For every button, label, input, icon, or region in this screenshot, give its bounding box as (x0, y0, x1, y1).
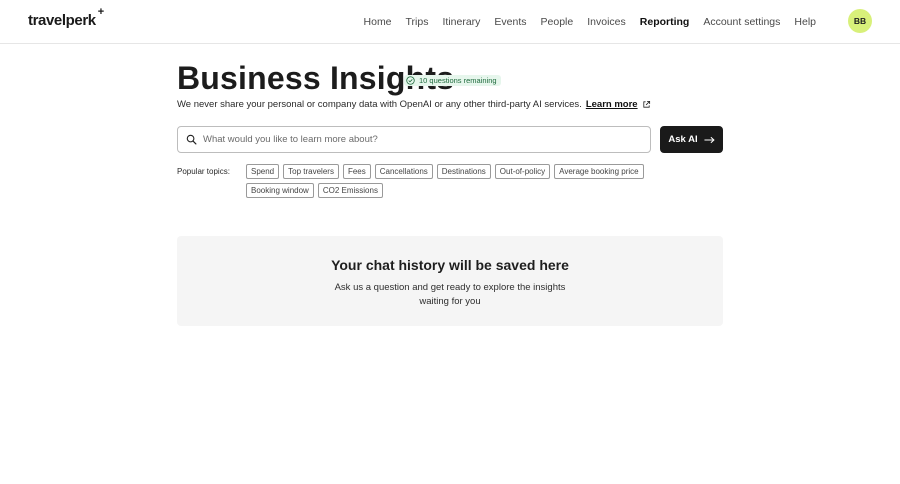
ai-question-search (177, 126, 651, 153)
topic-chip-destinations[interactable]: Destinations (436, 164, 491, 179)
ask-ai-label: Ask AI (668, 134, 698, 145)
travelperk-logo[interactable]: travelperk + (28, 6, 104, 29)
topic-chip-average-booking-price[interactable]: Average booking price (554, 164, 644, 179)
ask-ai-button[interactable]: Ask AI (660, 126, 723, 153)
nav-itinerary[interactable]: Itinerary (442, 16, 480, 28)
popular-topics-label: Popular topics: (177, 167, 230, 176)
nav-account-settings[interactable]: Account settings (703, 16, 780, 28)
nav-people[interactable]: People (541, 16, 574, 28)
topic-chip-top-travelers[interactable]: Top travelers (283, 164, 339, 179)
check-circle-icon (406, 76, 415, 85)
arrow-right-icon (704, 136, 715, 143)
topic-chip-booking-window[interactable]: Booking window (246, 183, 314, 198)
nav-invoices[interactable]: Invoices (587, 16, 626, 28)
chat-history-title: Your chat history will be saved here (331, 257, 569, 273)
topic-chip-spend[interactable]: Spend (246, 164, 280, 179)
learn-more-link[interactable]: Learn more (586, 99, 638, 110)
nav-events[interactable]: Events (494, 16, 526, 28)
questions-remaining-badge: 10 questions remaining (404, 75, 501, 86)
logo-text: travelperk (28, 12, 96, 29)
main-nav: Home Trips Itinerary Events People Invoi… (364, 0, 816, 44)
popular-topics-list: Spend Top travelers Fees Cancellations D… (246, 164, 666, 198)
topic-chip-fees[interactable]: Fees (342, 164, 371, 179)
topic-chip-out-of-policy[interactable]: Out-of-policy (494, 164, 551, 179)
logo-plus: + (97, 6, 104, 18)
topic-chip-cancellations[interactable]: Cancellations (374, 164, 433, 179)
chat-history-placeholder: Your chat history will be saved here Ask… (177, 236, 723, 326)
privacy-text: We never share your personal or company … (177, 99, 582, 110)
quota-text: 10 questions remaining (419, 76, 497, 85)
privacy-notice: We never share your personal or company … (177, 99, 651, 110)
external-link-icon[interactable] (642, 100, 651, 109)
chat-history-subtitle: Ask us a question and get ready to explo… (334, 282, 566, 307)
user-avatar[interactable]: BB (848, 9, 872, 33)
nav-home[interactable]: Home (364, 16, 392, 28)
search-icon (186, 134, 197, 145)
top-navigation-bar: travelperk + Home Trips Itinerary Events … (0, 0, 900, 44)
nav-trips[interactable]: Trips (406, 16, 429, 28)
nav-help[interactable]: Help (794, 16, 816, 28)
topic-chip-co2-emissions[interactable]: CO2 Emissions (317, 183, 383, 198)
question-input[interactable] (203, 134, 643, 145)
nav-reporting[interactable]: Reporting (640, 16, 690, 28)
